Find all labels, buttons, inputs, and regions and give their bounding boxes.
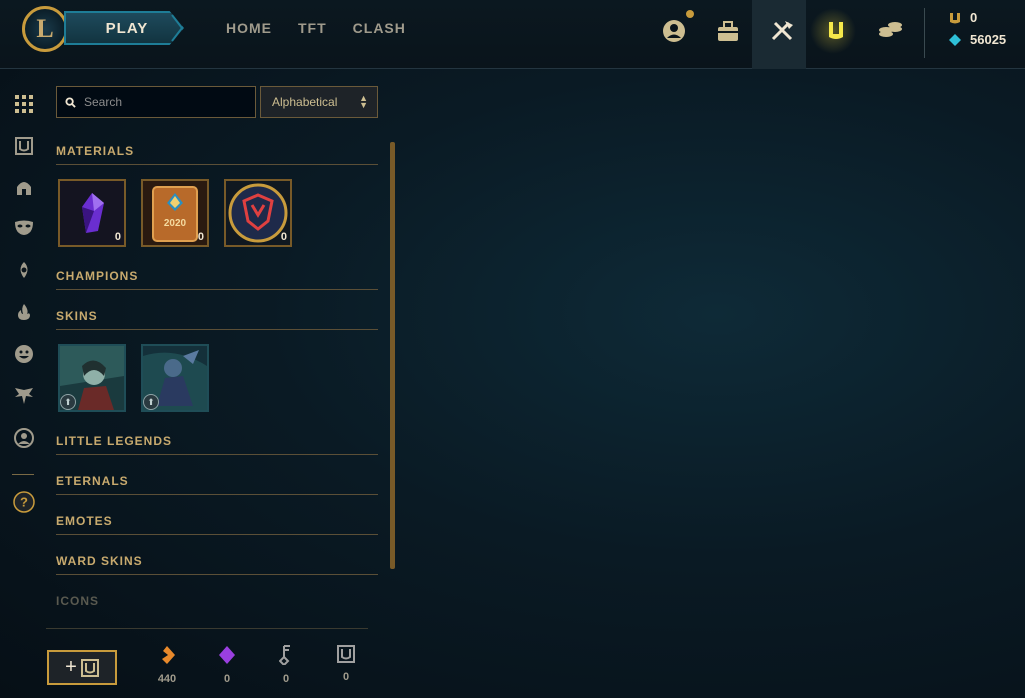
key-value: 0 bbox=[282, 673, 290, 685]
section-eternals[interactable]: ETERNALS bbox=[56, 474, 378, 495]
blue-essence-icon[interactable] bbox=[819, 14, 853, 48]
loot-icon[interactable] bbox=[765, 14, 799, 48]
chest-icon[interactable] bbox=[12, 134, 36, 158]
orange-essence-wallet[interactable]: 440 bbox=[147, 645, 187, 685]
chest-value: 0 bbox=[342, 671, 350, 683]
search-icon bbox=[65, 96, 76, 108]
play-label: PLAY bbox=[105, 19, 149, 37]
mythic-essence-value: 0 bbox=[223, 673, 231, 685]
play-button[interactable]: PLAY bbox=[64, 11, 184, 45]
craft-plus: + bbox=[65, 656, 77, 678]
section-little-legends[interactable]: LITTLE LEGENDS bbox=[56, 434, 378, 455]
sort-caret-icon: ▲ ▼ bbox=[359, 93, 368, 110]
top-icons bbox=[657, 14, 907, 48]
logo-letter: L bbox=[36, 14, 54, 43]
skin-tile[interactable]: ⬆ bbox=[58, 344, 126, 412]
search-box[interactable] bbox=[56, 86, 256, 118]
material-count: 0 bbox=[114, 231, 121, 243]
orange-essence-value: 440 bbox=[157, 673, 177, 685]
notification-dot bbox=[686, 10, 694, 18]
nav-home[interactable]: HOME bbox=[226, 20, 272, 36]
helmet-icon[interactable] bbox=[12, 176, 36, 200]
flame-icon[interactable] bbox=[12, 300, 36, 324]
league-logo[interactable]: L bbox=[22, 6, 68, 52]
material-count: 0 bbox=[197, 231, 204, 243]
store-icon[interactable] bbox=[873, 14, 907, 48]
material-tile[interactable]: 0 bbox=[58, 179, 126, 247]
main-nav: HOME TFT CLASH bbox=[226, 20, 406, 36]
chest-icon bbox=[80, 658, 99, 677]
section-icons[interactable]: ICONS bbox=[56, 594, 378, 614]
sort-value: Alphabetical bbox=[272, 95, 338, 109]
rp-balance[interactable]: 0 bbox=[948, 10, 977, 25]
emote-icon[interactable] bbox=[12, 342, 36, 366]
chest-wallet[interactable]: 0 bbox=[326, 645, 366, 683]
chest-icon bbox=[337, 645, 355, 663]
nav-tft[interactable]: TFT bbox=[298, 20, 327, 36]
event-pass-year: 2020 bbox=[163, 218, 187, 229]
help-icon[interactable]: ? bbox=[12, 490, 36, 514]
profile-icon[interactable] bbox=[657, 14, 691, 48]
mask-icon[interactable] bbox=[12, 216, 36, 240]
nav-clash[interactable]: CLASH bbox=[353, 20, 406, 36]
rp-value: 0 bbox=[970, 10, 978, 25]
section-champions[interactable]: CHAMPIONS bbox=[56, 269, 378, 290]
material-tile[interactable]: 2020 0 bbox=[141, 179, 209, 247]
craft-chest-button[interactable]: + bbox=[47, 650, 117, 685]
material-tile[interactable]: 0 bbox=[224, 179, 292, 247]
key-wallet[interactable]: 0 bbox=[266, 645, 306, 685]
header-divider bbox=[924, 8, 925, 58]
material-count: 0 bbox=[280, 231, 287, 243]
footer-divider bbox=[46, 628, 368, 629]
sidebar-divider bbox=[12, 474, 34, 475]
be-value: 56025 bbox=[970, 32, 1007, 47]
section-skins[interactable]: SKINS bbox=[56, 309, 378, 330]
scrollbar[interactable] bbox=[390, 142, 395, 569]
shard-badge-icon: ⬆ bbox=[60, 394, 76, 410]
sort-dropdown[interactable]: Alphabetical ▲ ▼ bbox=[260, 86, 378, 118]
little-legend-icon[interactable] bbox=[12, 384, 36, 408]
collection-icon[interactable] bbox=[711, 14, 745, 48]
avatar-icon[interactable] bbox=[12, 426, 36, 450]
ward-icon[interactable] bbox=[12, 258, 36, 282]
play-arrow-icon bbox=[171, 14, 184, 42]
key-icon bbox=[279, 645, 290, 665]
section-emotes[interactable]: EMOTES bbox=[56, 514, 378, 535]
orange-essence-icon bbox=[162, 646, 175, 664]
mythic-essence-wallet[interactable]: 0 bbox=[207, 645, 247, 685]
section-materials[interactable]: MATERIALS bbox=[56, 144, 378, 165]
skin-tile[interactable]: ⬆ bbox=[141, 344, 209, 412]
section-ward-skins[interactable]: WARD SKINS bbox=[56, 554, 378, 575]
mythic-essence-icon bbox=[219, 646, 235, 664]
be-balance[interactable]: 56025 bbox=[948, 32, 1006, 47]
top-bar: L PLAY HOME TFT CLASH 0 56025 bbox=[0, 0, 1025, 69]
shard-badge-icon: ⬆ bbox=[143, 394, 159, 410]
grid-icon[interactable] bbox=[12, 92, 36, 116]
svg-text:?: ? bbox=[20, 495, 28, 510]
search-input[interactable] bbox=[84, 95, 244, 109]
